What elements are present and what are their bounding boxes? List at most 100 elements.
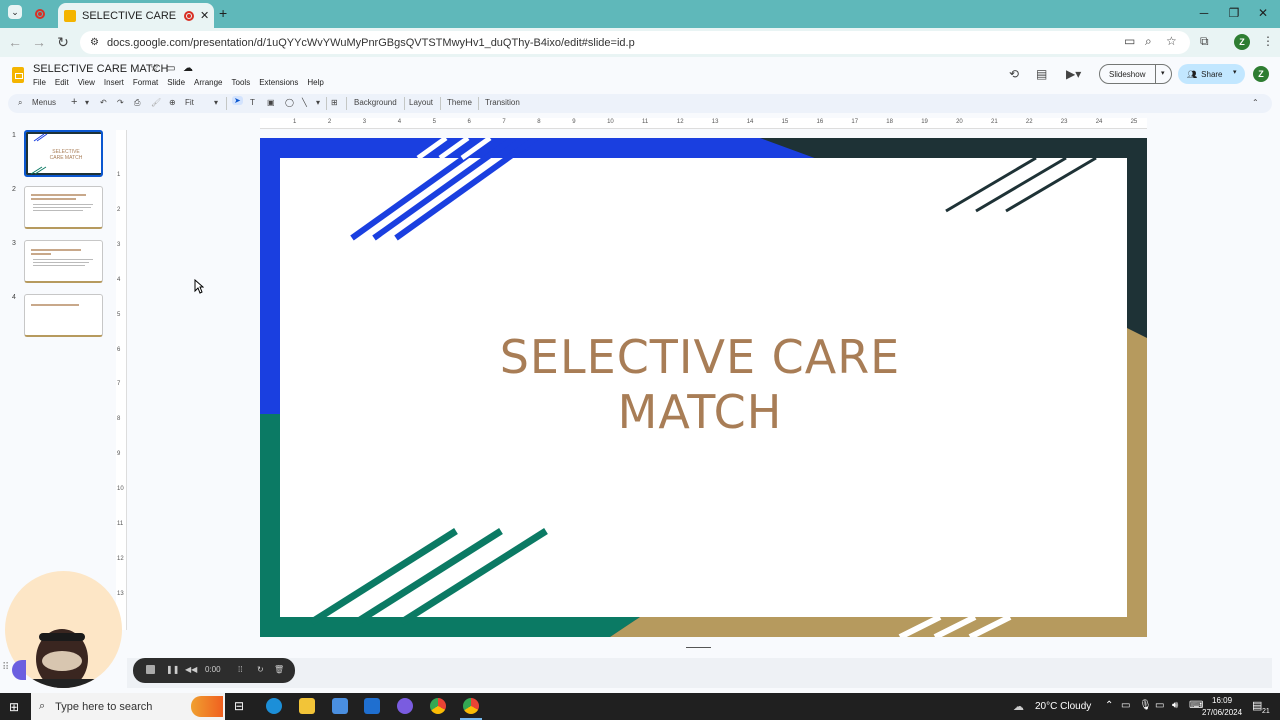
reload-icon[interactable]: ↻ [55, 34, 71, 51]
volume-icon[interactable]: 🔊︎ [1172, 700, 1178, 711]
store-icon[interactable] [332, 698, 348, 714]
taskbar-search[interactable]: ⌕ Type here to search [31, 693, 225, 720]
menu-insert[interactable]: Insert [104, 78, 124, 87]
slideshow-dropdown-icon[interactable]: ▾ [1161, 69, 1165, 77]
close-window-icon[interactable]: ✕ [1256, 6, 1270, 20]
copilot-icon[interactable] [397, 698, 413, 714]
user-avatar[interactable]: Z [1253, 66, 1269, 82]
cloud-status-icon[interactable]: ☁ [183, 63, 193, 74]
text-box-icon[interactable]: T [250, 98, 255, 107]
menu-edit[interactable]: Edit [55, 78, 69, 87]
camera-icon[interactable]: ▭ [1124, 34, 1135, 48]
share-button[interactable]: 👥︎ Share ▾ [1178, 64, 1245, 84]
bookmark-star-icon[interactable]: ☆ [1166, 34, 1177, 48]
select-tool-icon[interactable]: ➤ [232, 96, 243, 105]
clock-time[interactable]: 16:09 [1212, 696, 1232, 705]
browser-profile-avatar[interactable]: Z [1234, 34, 1250, 50]
meet-icon[interactable]: ▶▾ [1066, 67, 1081, 81]
tab-search-icon[interactable]: ⌄ [8, 5, 22, 19]
rewind-icon[interactable]: ◀◀ [185, 665, 197, 674]
address-bar[interactable]: ⚙ docs.google.com/presentation/d/1uQYYcW… [80, 31, 1190, 54]
recording-tab-icon[interactable] [35, 9, 45, 19]
back-icon[interactable]: ← [7, 34, 23, 50]
menu-format[interactable]: Format [133, 78, 158, 87]
menu-tools[interactable]: Tools [232, 78, 251, 87]
menu-view[interactable]: View [78, 78, 95, 87]
tray-chevron-icon[interactable]: ⌃ [1105, 700, 1113, 711]
slide-title[interactable]: SELECTIVE CARE MATCH [440, 330, 960, 440]
layout-button[interactable]: Layout [409, 98, 433, 107]
comments-icon[interactable]: ▤ [1036, 67, 1047, 81]
collapse-toolbar-icon[interactable]: ⌃ [1252, 98, 1259, 107]
restore-icon[interactable]: ❐ [1227, 6, 1241, 20]
clock-date[interactable]: 27/06/2024 [1202, 708, 1242, 717]
chrome-icon[interactable] [430, 698, 446, 714]
menu-help[interactable]: Help [307, 78, 323, 87]
star-icon[interactable]: ☆ [150, 63, 159, 74]
line-dropdown-icon[interactable]: ▾ [316, 98, 320, 107]
new-tab-icon[interactable]: + [219, 5, 227, 21]
restart-icon[interactable]: ↻ [257, 665, 264, 674]
redo-icon[interactable]: ↷ [117, 98, 124, 107]
notification-icon[interactable]: ▤ [1252, 699, 1262, 712]
vertical-ruler[interactable]: 1 2 3 4 5 6 7 8 9 10 11 12 13 [116, 130, 127, 630]
network-icon[interactable]: ▭ [1155, 700, 1164, 711]
slideshow-button[interactable]: Slideshow ▾ [1099, 64, 1172, 84]
tab-active[interactable]: SELECTIVE CARE MATCH - G ✕ [58, 3, 214, 28]
edge-icon[interactable] [266, 698, 282, 714]
speaker-notes-handle[interactable] [686, 647, 711, 648]
zoom-dropdown-icon[interactable]: ▾ [214, 98, 218, 107]
browser-menu-icon[interactable]: ⋮ [1262, 34, 1274, 48]
slide-thumbnail-1[interactable]: SELECTIVE CARE MATCH [24, 130, 103, 177]
weather-icon[interactable]: ☁ [1013, 700, 1024, 713]
tray-icon[interactable]: ▭ [1121, 700, 1130, 711]
new-slide-dropdown-icon[interactable]: ▾ [85, 98, 89, 107]
drag-handle-icon[interactable]: ⠿ [2, 662, 9, 673]
undo-icon[interactable]: ↶ [100, 98, 107, 107]
move-folder-icon[interactable]: ▭ [166, 63, 175, 74]
extensions-icon[interactable]: ⧉ [1200, 34, 1209, 49]
site-info-icon[interactable]: ⚙ [90, 37, 99, 48]
weather-text[interactable]: 20°C Cloudy [1035, 701, 1091, 712]
stop-recording-icon[interactable] [146, 665, 155, 674]
minimize-icon[interactable]: ─ [1197, 6, 1211, 20]
transition-button[interactable]: Transition [485, 98, 520, 107]
zoom-select[interactable]: Fit [185, 98, 194, 107]
menu-extensions[interactable]: Extensions [259, 78, 298, 87]
task-view-icon[interactable]: ⊟ [234, 699, 244, 713]
windows-start-icon[interactable]: ⊞ [9, 700, 19, 714]
slide-thumbnail-2[interactable] [24, 186, 103, 229]
forward-icon[interactable]: → [31, 34, 47, 50]
new-slide-icon[interactable]: + [71, 96, 77, 108]
slide-thumbnail-3[interactable] [24, 240, 103, 283]
shape-icon[interactable]: ◯ [285, 98, 294, 107]
theme-button[interactable]: Theme [447, 98, 472, 107]
version-history-icon[interactable]: ⟲ [1009, 67, 1019, 81]
menu-file[interactable]: File [33, 78, 46, 87]
slide-thumbnail-4[interactable] [24, 294, 103, 337]
document-title[interactable]: SELECTIVE CARE MATCH [33, 63, 169, 75]
delete-icon[interactable]: 🗑︎ [274, 665, 284, 674]
chrome-active-icon[interactable] [463, 698, 479, 714]
pause-icon[interactable]: ❚❚ [166, 665, 179, 674]
mic-icon[interactable]: 🎙︎ [1139, 700, 1152, 711]
print-icon[interactable]: ⎙ [134, 98, 140, 108]
background-button[interactable]: Background [354, 98, 397, 107]
tab-close-icon[interactable]: ✕ [200, 9, 209, 22]
share-dropdown-icon[interactable]: ▾ [1233, 68, 1237, 76]
insert-comment-icon[interactable]: ⊞ [331, 98, 338, 107]
menu-arrange[interactable]: Arrange [194, 78, 222, 87]
horizontal-ruler[interactable]: 1 2 3 4 5 6 7 8 9 10 11 12 13 14 15 16 17 18 19 20 21 22 23 24 2… [260, 118, 1147, 129]
insert-image-icon[interactable]: ▣ [267, 98, 275, 107]
search-menus-icon[interactable]: ⌕ [18, 98, 22, 108]
zoom-icon[interactable]: ⌕ [1145, 34, 1152, 49]
search-menus-label[interactable]: Menus [32, 98, 56, 107]
paint-format-icon[interactable]: 🖌︎ [151, 98, 161, 107]
menu-slide[interactable]: Slide [167, 78, 185, 87]
zoom-icon[interactable]: ⊕ [169, 98, 176, 107]
line-icon[interactable]: ╲ [302, 98, 307, 107]
file-explorer-icon[interactable] [299, 698, 315, 714]
mail-icon[interactable] [364, 698, 380, 714]
grid-icon[interactable]: ⁞⁞ [238, 665, 242, 674]
webcam-toggle-icon[interactable] [12, 660, 26, 680]
